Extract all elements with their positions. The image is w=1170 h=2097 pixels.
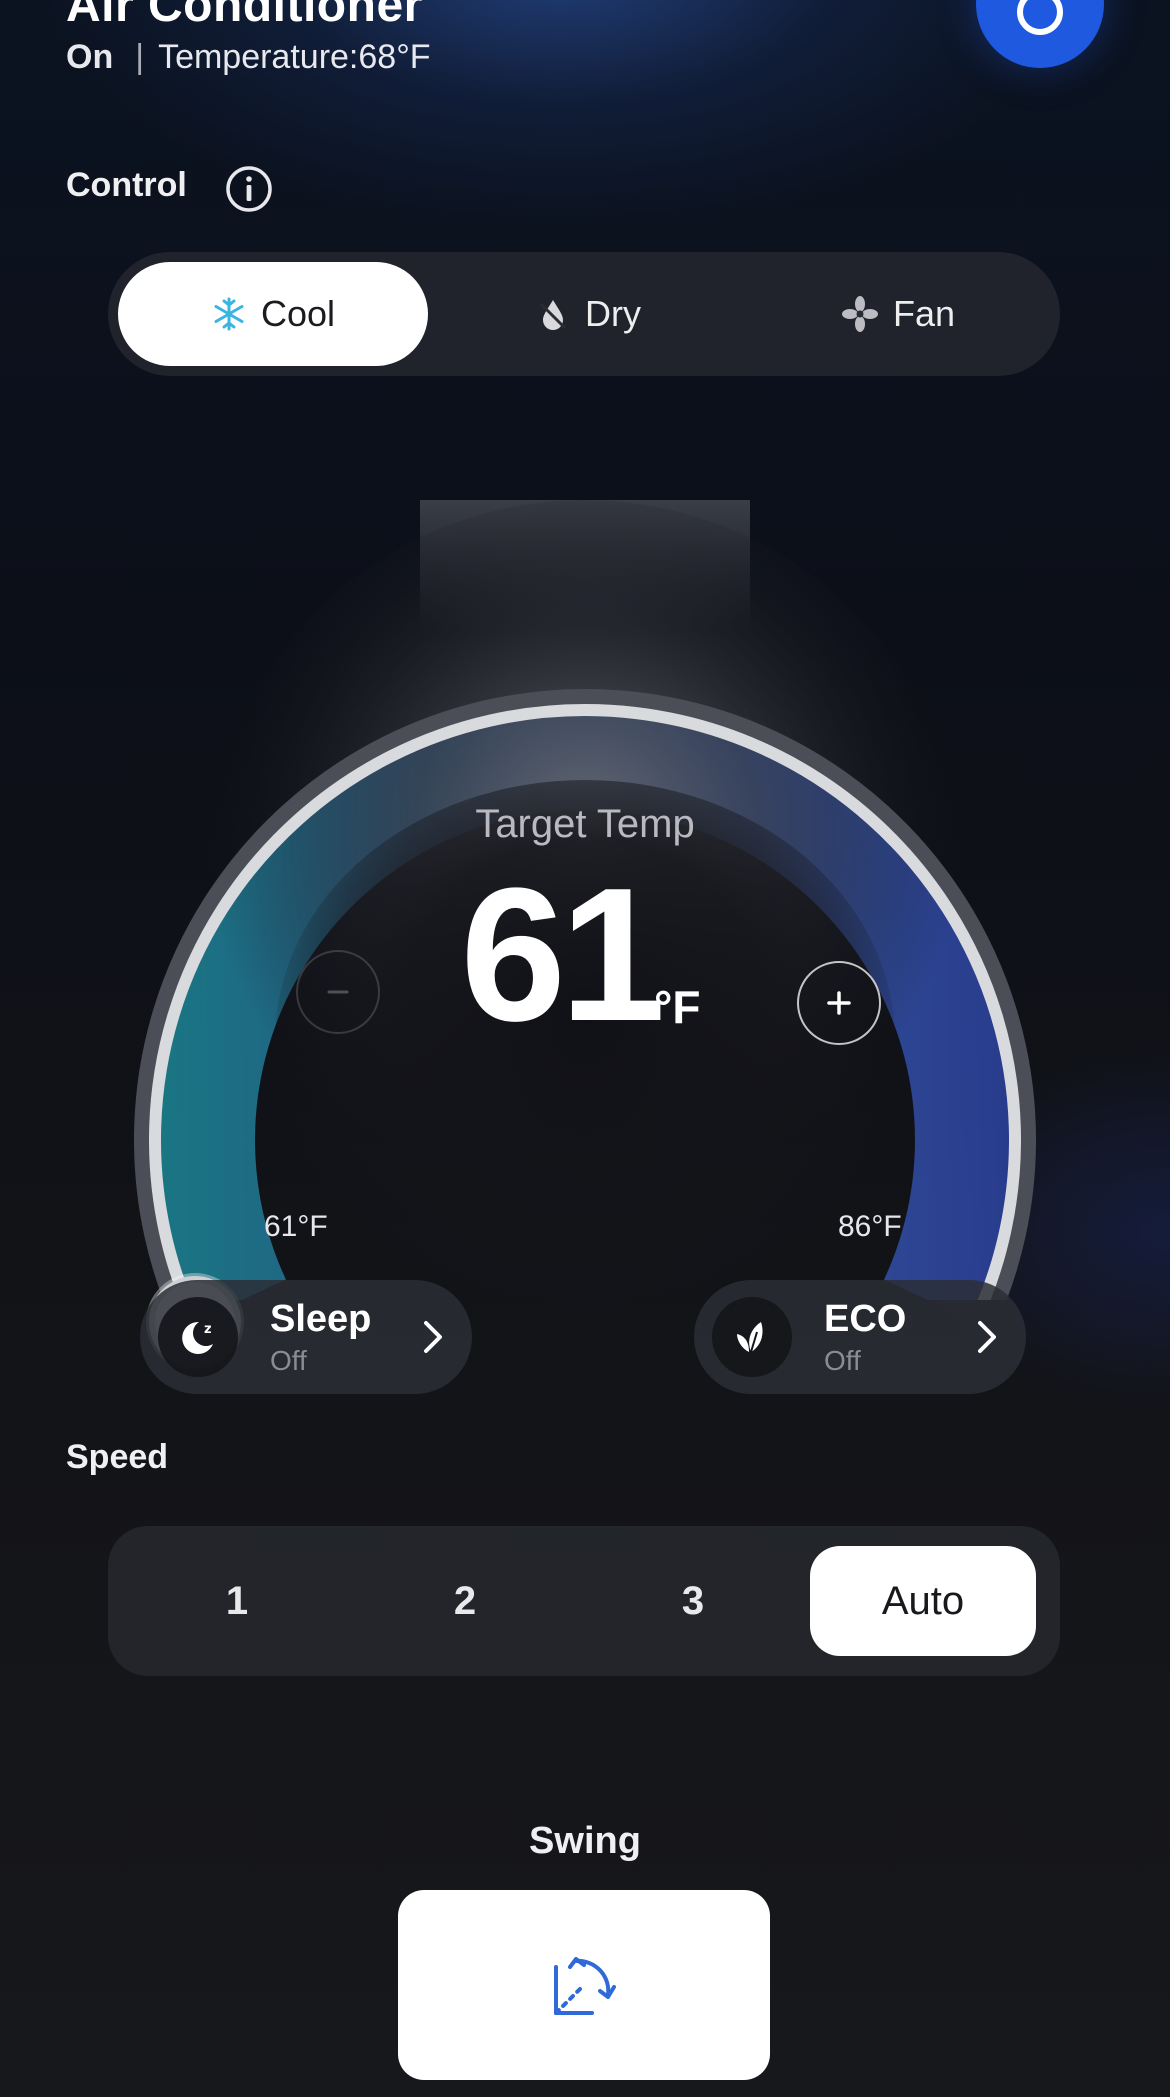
target-temp-label: Target Temp bbox=[475, 802, 695, 846]
eco-icon-wrap bbox=[712, 1297, 792, 1377]
sleep-status: Off bbox=[270, 1344, 307, 1376]
target-temp-unit: °F bbox=[654, 981, 701, 1033]
sleep-button[interactable]: z Sleep Off bbox=[140, 1280, 472, 1394]
plus-icon bbox=[827, 991, 851, 1015]
control-label: Control bbox=[66, 166, 187, 204]
fan-icon bbox=[841, 296, 878, 332]
mode-label-cool: Cool bbox=[260, 293, 336, 334]
chevron-right-icon bbox=[424, 1321, 442, 1353]
increase-temp-button[interactable] bbox=[797, 961, 881, 1045]
power-icon bbox=[1017, 0, 1063, 35]
leaf-icon bbox=[737, 1322, 763, 1353]
status-separator: | bbox=[135, 38, 145, 76]
info-button[interactable] bbox=[224, 164, 274, 214]
mode-label-fan: Fan bbox=[892, 293, 956, 334]
svg-text:z: z bbox=[204, 1322, 212, 1337]
sleep-title: Sleep bbox=[270, 1297, 372, 1340]
mode-tab-cool[interactable]: Cool bbox=[118, 262, 428, 366]
moon-icon: z bbox=[182, 1321, 213, 1354]
mode-label-dry: Dry bbox=[585, 293, 641, 334]
swing-button[interactable] bbox=[398, 1890, 770, 2080]
power-state: On bbox=[66, 38, 114, 76]
dial-min-label: 61°F bbox=[264, 1210, 328, 1243]
power-button[interactable] bbox=[976, 0, 1104, 68]
eco-status: Off bbox=[824, 1344, 861, 1376]
speed-option-2[interactable]: 2 bbox=[352, 1546, 578, 1656]
swing-icon bbox=[554, 1957, 616, 2015]
target-temp-value: 61 bbox=[460, 849, 665, 1061]
device-title: Air Conditioner bbox=[66, 0, 423, 32]
info-icon bbox=[226, 166, 272, 212]
drop-icon bbox=[539, 300, 567, 330]
dial-max-label: 86°F bbox=[838, 1210, 902, 1243]
snowflake-icon bbox=[214, 297, 244, 331]
speed-option-3[interactable]: 3 bbox=[580, 1546, 806, 1656]
mode-selector: Cool Dry Fan bbox=[108, 252, 1060, 376]
decrease-temp-button[interactable] bbox=[296, 950, 380, 1034]
speed-option-1[interactable]: 1 bbox=[124, 1546, 350, 1656]
eco-title: ECO bbox=[824, 1297, 907, 1340]
speed-label: Speed bbox=[66, 1438, 169, 1476]
speed-selector: 1 2 3 Auto bbox=[108, 1526, 1060, 1676]
eco-button[interactable]: ECO Off bbox=[694, 1280, 1026, 1394]
speed-option-auto[interactable]: Auto bbox=[810, 1546, 1036, 1656]
minus-icon bbox=[327, 990, 349, 994]
device-status: On | Temperature:68°F bbox=[66, 38, 431, 77]
swing-label: Swing bbox=[529, 1820, 641, 1862]
mode-tab-fan[interactable]: Fan bbox=[748, 262, 1048, 366]
current-temperature: Temperature:68°F bbox=[158, 38, 431, 76]
sleep-icon-wrap: z bbox=[158, 1297, 238, 1377]
mode-tab-dry[interactable]: Dry bbox=[438, 262, 738, 366]
chevron-right-icon bbox=[978, 1321, 996, 1353]
